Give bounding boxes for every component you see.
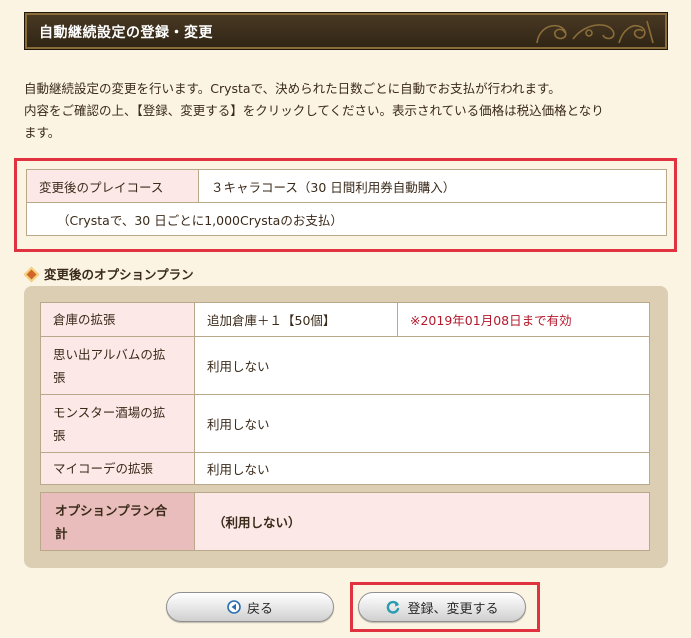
diamond-bullet-icon [23, 266, 40, 283]
back-button-label: 戻る [246, 601, 273, 617]
table-row: 倉庫の拡張 追加倉庫＋１【50個】 ※2019年01月08日まで有効 [40, 302, 650, 337]
play-course-table: 変更後のプレイコース ３キャラコース（30 日間利用券自動購入） （Crysta… [26, 169, 667, 236]
register-change-button[interactable]: 登録、変更する [358, 592, 526, 622]
option-value: 利用しない [194, 336, 650, 395]
option-label-line: モンスター酒場の拡 [53, 404, 166, 420]
intro-line: ます。 [24, 125, 61, 140]
option-total-label-line: オプションプラン合 [55, 502, 168, 518]
table-row: モンスター酒場の拡 張 利用しない [40, 394, 650, 453]
circular-arrow-icon [387, 600, 400, 614]
option-value: 利用しない [194, 452, 650, 485]
ornament-decoration-icon [536, 20, 654, 44]
option-total-label: オプションプラン合 計 [40, 492, 195, 551]
option-label-line: 思い出アルバムの拡 [53, 346, 166, 362]
section-header: 自動継続設定の登録・変更 [24, 12, 668, 50]
section-title: 自動継続設定の登録・変更 [39, 25, 213, 41]
play-course-payment: （Crystaで、30 日ごとに1,000Crystaのお支払） [26, 202, 667, 236]
option-plan-title: 変更後のオプションプラン [44, 267, 194, 282]
circle-left-arrow-icon [227, 600, 241, 614]
intro-line: 自動継続設定の変更を行います。Crystaで、決められた日数ごとに自動でお支払が… [24, 81, 561, 96]
back-button[interactable]: 戻る [166, 592, 334, 622]
option-total-label-line: 計 [55, 525, 68, 541]
table-row: 変更後のプレイコース ３キャラコース（30 日間利用券自動購入） [26, 169, 667, 203]
option-total-table: オプションプラン合 計 （利用しない） [40, 492, 650, 551]
option-plan-table: 倉庫の拡張 追加倉庫＋１【50個】 ※2019年01月08日まで有効 思い出アル… [40, 302, 650, 485]
play-course-value: ３キャラコース（30 日間利用券自動購入） [198, 169, 667, 203]
play-course-label: 変更後のプレイコース [26, 169, 199, 203]
intro-text: 自動継続設定の変更を行います。Crystaで、決められた日数ごとに自動でお支払が… [24, 78, 674, 144]
option-value: 追加倉庫＋１【50個】 [194, 302, 398, 337]
option-label-line: 張 [53, 369, 66, 385]
option-label: マイコーデの拡張 [40, 452, 195, 485]
option-value: 利用しない [194, 394, 650, 453]
option-total-value: （利用しない） [194, 492, 650, 551]
option-plan-heading: 変更後のオプションプラン [23, 264, 194, 283]
option-label: 倉庫の拡張 [40, 302, 195, 337]
option-label: モンスター酒場の拡 張 [40, 394, 195, 453]
table-row: （Crystaで、30 日ごとに1,000Crystaのお支払） [26, 202, 667, 236]
option-label: 思い出アルバムの拡 張 [40, 336, 195, 395]
option-label-line: 張 [53, 427, 66, 443]
table-row: 思い出アルバムの拡 張 利用しない [40, 336, 650, 395]
option-expiry-note: ※2019年01月08日まで有効 [397, 302, 650, 337]
register-change-button-label: 登録、変更する [407, 601, 499, 617]
table-row: マイコーデの拡張 利用しない [40, 452, 650, 485]
intro-line: 内容をご確認の上、【登録、変更する】をクリックしてください。表示されている価格は… [24, 103, 604, 118]
table-row: オプションプラン合 計 （利用しない） [40, 492, 650, 551]
